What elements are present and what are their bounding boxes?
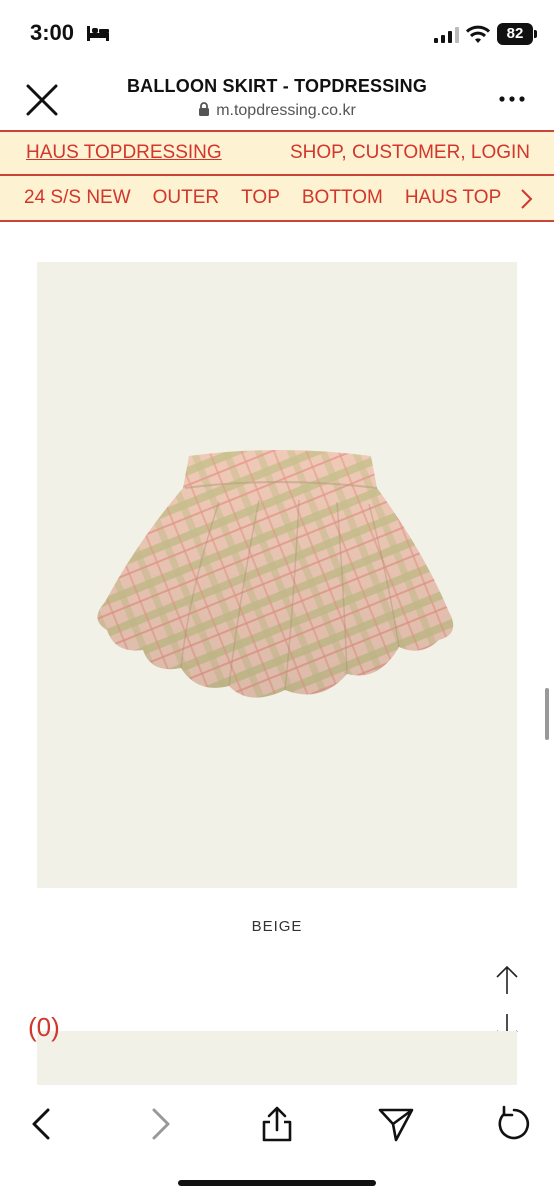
battery-nub — [534, 30, 537, 38]
url-text: m.topdressing.co.kr — [216, 102, 356, 119]
battery-indicator: 82 — [497, 23, 533, 45]
chevron-right-icon[interactable] — [518, 188, 534, 210]
nav-divider — [0, 220, 554, 222]
bed-icon — [87, 26, 109, 41]
wifi-icon — [466, 25, 490, 43]
category-outer[interactable]: OUTER — [153, 187, 220, 208]
top-links[interactable]: SHOP, CUSTOMER, LOGIN — [290, 142, 530, 164]
chevron-right-icon[interactable] — [140, 1104, 180, 1144]
lock-icon — [199, 102, 210, 116]
nav-divider — [0, 130, 554, 132]
category-top[interactable]: TOP — [241, 187, 280, 208]
cart-count[interactable]: (0) — [28, 1012, 60, 1043]
color-caption: BEIGE — [251, 918, 303, 935]
balloon-skirt-image — [97, 450, 454, 698]
category-menu: 24 S/S NEW OUTER TOP BOTTOM HAUS TOP — [24, 187, 523, 209]
category-24ss-new[interactable]: 24 S/S NEW — [24, 187, 131, 208]
share-icon[interactable] — [257, 1104, 297, 1144]
scrollbar[interactable] — [545, 688, 549, 740]
arrow-up-icon[interactable] — [494, 964, 520, 996]
send-icon[interactable] — [376, 1104, 416, 1144]
nav-divider — [0, 174, 554, 176]
brand-link[interactable]: HAUS TOPDRESSING — [26, 142, 222, 164]
more-icon[interactable] — [496, 94, 528, 104]
product-image[interactable] — [37, 262, 517, 888]
reload-icon[interactable] — [494, 1104, 534, 1144]
signal-icon — [434, 27, 459, 43]
product-info-panel — [37, 1031, 517, 1085]
status-time: 3:00 — [30, 20, 75, 45]
chevron-left-icon[interactable] — [22, 1104, 62, 1144]
category-bottom[interactable]: BOTTOM — [302, 187, 383, 208]
home-indicator[interactable] — [178, 1180, 376, 1186]
category-haus-top[interactable]: HAUS TOP — [405, 187, 501, 208]
page-title: BALLOON SKIRT - TOPDRESSING — [126, 76, 428, 96]
url-bar[interactable]: m.topdressing.co.kr — [0, 102, 554, 120]
